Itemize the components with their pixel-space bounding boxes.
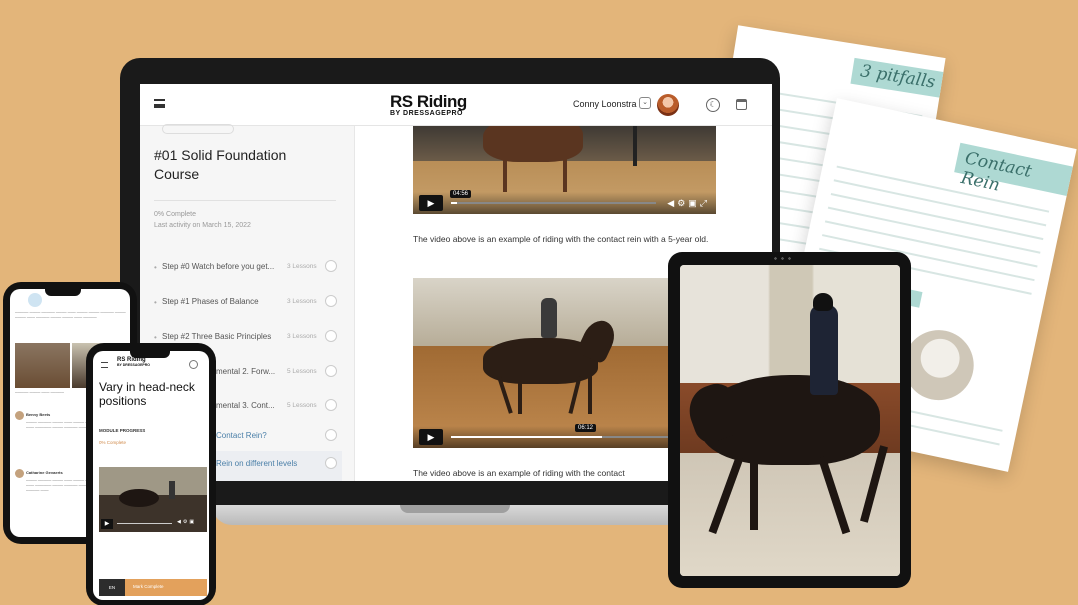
rider-image [810, 305, 838, 395]
video-progress-bar[interactable] [451, 436, 690, 438]
step-item[interactable]: • Step #1 Phases of Balance 3 Lessons [154, 289, 342, 319]
user-name[interactable]: Conny Loonstra [573, 99, 637, 109]
module-progress-value: 0% Complete [99, 440, 127, 445]
step-status-icon [325, 295, 337, 307]
laptop-notch [400, 505, 510, 513]
dark-mode-icon[interactable]: ☾ [706, 98, 720, 112]
tablet-screen [680, 265, 900, 576]
course-progress: 0% Complete [154, 211, 197, 218]
video-controls-icons[interactable]: ◀⚙▣⤢ [667, 198, 710, 209]
chevron-down-icon[interactable]: ⌄ [639, 97, 651, 109]
step-label: mental 3. Cont... [216, 401, 275, 410]
video-progress-bar[interactable] [117, 523, 172, 524]
language-switcher[interactable]: EN [99, 579, 125, 596]
step-label: mental 2. Forw... [216, 367, 276, 376]
lesson-status-icon [325, 429, 337, 441]
video-controls-icons[interactable]: ◀⚙▣ [177, 519, 196, 525]
menu-icon[interactable] [154, 99, 165, 108]
lesson-count: 3 Lessons [287, 263, 317, 270]
lesson-count: 5 Lessons [287, 368, 317, 375]
top-bar: RS Riding BY DRESSAGEPRO Conny Loonstra … [140, 84, 772, 126]
comment-author[interactable]: Catharine Gevaerts [26, 470, 63, 475]
video-player[interactable]: ▶ ◀⚙▣ [99, 467, 207, 532]
step-item[interactable]: • Step #0 Watch before you get... 3 Less… [154, 254, 342, 284]
module-progress-label: MODULE PROGRESS [99, 428, 146, 433]
lesson-count: 3 Lessons [287, 298, 317, 305]
lesson-label: Contact Rein? [216, 431, 267, 440]
rider-image [541, 298, 557, 338]
menu-icon[interactable] [101, 362, 108, 368]
camera-dots [772, 256, 792, 261]
comment-author[interactable]: Benny Beets [26, 412, 50, 417]
site-logo[interactable]: RS Riding BY DRESSAGEPRO [390, 93, 500, 118]
step-label: Step #2 Three Basic Principles [162, 332, 272, 341]
lesson-title: Vary in head-neck positions [99, 380, 195, 408]
post-photo [15, 343, 70, 388]
mark-complete-button[interactable]: Mark Complete [133, 584, 164, 589]
phone-front-screen: RS Riding BY DRESSAGEPRO Vary in head-ne… [93, 351, 209, 600]
video-progress-bar[interactable] [451, 202, 656, 204]
horse-image [483, 126, 583, 162]
video-player-1[interactable]: ▶ 04:56 ◀⚙▣⤢ [413, 126, 716, 214]
lesson-count: 3 Lessons [287, 333, 317, 340]
dark-mode-icon[interactable] [189, 360, 198, 369]
calendar-icon[interactable] [736, 99, 747, 110]
play-icon[interactable]: ▶ [101, 519, 113, 529]
play-icon[interactable]: ▶ [419, 195, 443, 211]
lesson-paragraph: The video above is an example of riding … [413, 234, 709, 244]
step-label: Step #1 Phases of Balance [162, 297, 259, 306]
video-time: 06:12 [575, 424, 597, 432]
last-activity: Last activity on March 15, 2022 [154, 222, 251, 229]
lesson-label: Rein on different levels [216, 459, 298, 468]
step-status-icon [325, 399, 337, 411]
step-status-icon [325, 330, 337, 342]
post-text: ───── ──── ───── ──── ─── ──── ──── ────… [15, 311, 126, 320]
avatar[interactable] [657, 94, 679, 116]
play-icon[interactable]: ▶ [419, 429, 443, 445]
video-time: 04:56 [450, 190, 472, 198]
step-label: Step #0 Watch before you get... [162, 262, 275, 271]
step-status-icon [325, 365, 337, 377]
lesson-count: 5 Lessons [287, 402, 317, 409]
site-logo-sub: BY DRESSAGEPRO [117, 363, 150, 367]
back-to-course-button[interactable] [162, 124, 234, 134]
lesson-status-icon [325, 457, 337, 469]
step-status-icon [325, 260, 337, 272]
course-title: #01 Solid Foundation Course [154, 147, 287, 182]
avatar [28, 293, 42, 307]
